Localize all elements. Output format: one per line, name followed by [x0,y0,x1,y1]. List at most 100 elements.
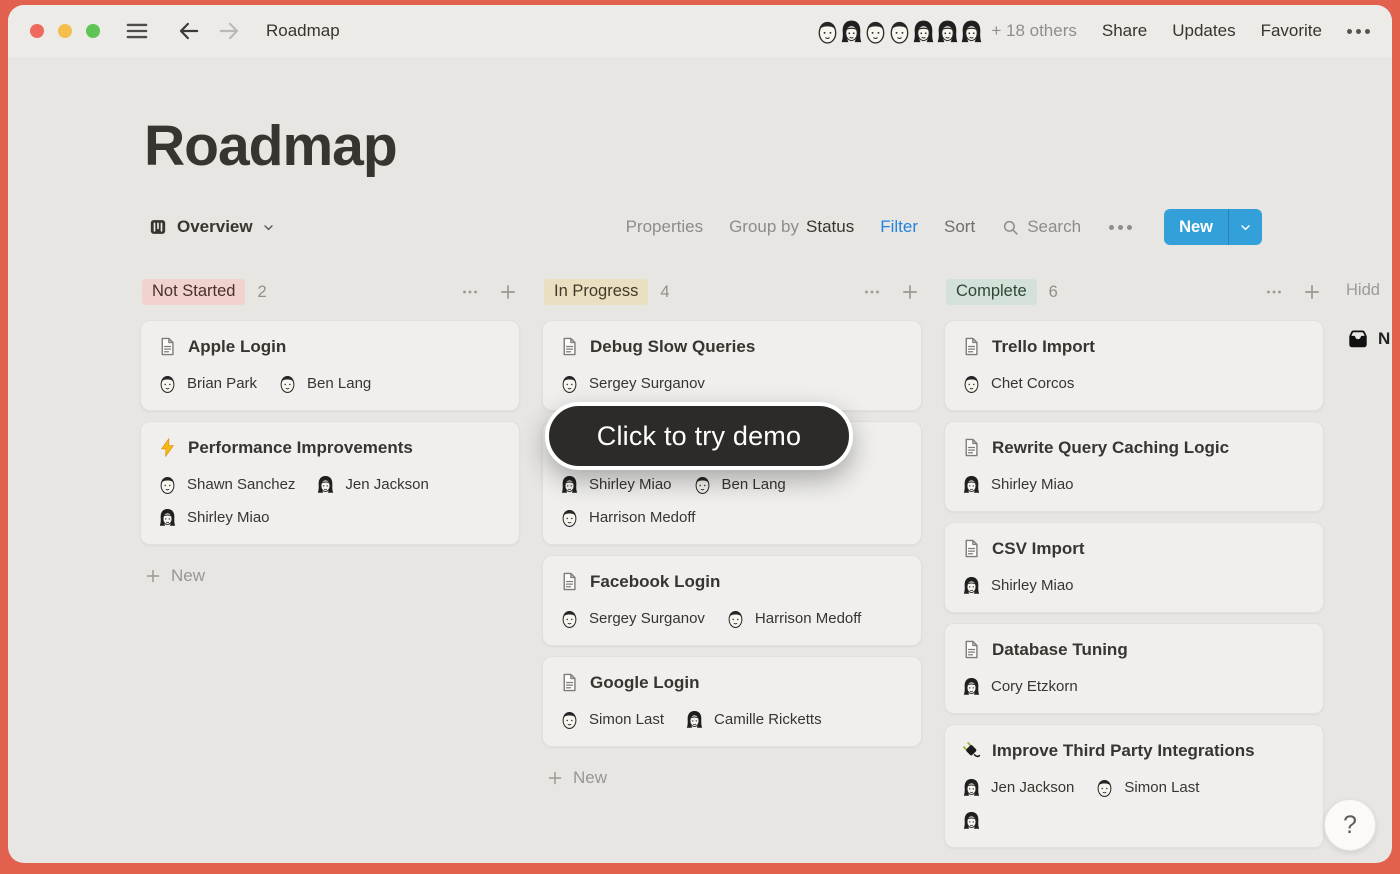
assignee: Shirley Miao [961,474,1074,495]
zoom-window-button[interactable] [86,24,100,38]
assignee: Harrison Medoff [725,608,861,629]
assignee: Jen Jackson [961,777,1074,798]
assignee: Jen Jackson [315,474,428,495]
zap-icon [157,437,178,458]
assignee: Sergey Surganov [559,608,705,629]
avatar [157,474,178,495]
column-add-icon[interactable] [1302,282,1322,302]
column-add-icon[interactable] [900,282,920,302]
close-window-button[interactable] [30,24,44,38]
forward-arrow-icon[interactable] [216,18,242,44]
collaborator-avatars[interactable]: + 18 others [817,18,1077,45]
new-button-dropdown[interactable] [1229,209,1262,245]
card-csv-import[interactable]: CSV Import Shirley Miao [944,522,1324,613]
avatar [961,777,982,798]
try-demo-button[interactable]: Click to try demo [545,402,853,470]
card-title: Rewrite Query Caching Logic [992,438,1229,458]
avatar [961,575,982,596]
add-card-button[interactable]: New [542,768,922,788]
assignee: Ben Lang [277,373,371,394]
column-more-icon[interactable] [1264,282,1284,302]
avatar [684,709,705,730]
assignee-name: Shirley Miao [991,577,1074,594]
column-header: Complete 6 [944,277,1324,307]
group-by-button[interactable]: Group by Status [729,217,854,237]
column-count: 6 [1049,283,1058,302]
assignee-name: Harrison Medoff [589,509,695,526]
column-more-icon[interactable] [460,282,480,302]
help-button[interactable]: ? [1324,799,1376,851]
card-database-tuning[interactable]: Database Tuning Cory Etzkorn [944,623,1324,714]
card-facebook-login[interactable]: Facebook Login Sergey Surganov Harrison … [542,555,922,646]
status-badge[interactable]: Complete [946,279,1037,305]
board-view-icon [148,217,168,237]
menu-icon[interactable] [124,18,150,44]
assignee-name: Simon Last [1124,779,1199,796]
card-title: Database Tuning [992,640,1128,660]
plus-icon [546,769,564,787]
view-toolbar: Overview Properties Group by Status Filt… [148,209,1262,245]
assignee [961,810,1287,831]
status-badge[interactable]: Not Started [142,279,245,305]
card-google-login[interactable]: Google Login Simon Last Camille Ricketts [542,656,922,747]
card-apple-login[interactable]: Apple Login Brian Park Ben Lang [140,320,520,411]
collaborator-avatar [862,18,889,45]
assignee-name: Harrison Medoff [755,610,861,627]
column-more-icon[interactable] [862,282,882,302]
collaborator-avatar [886,18,913,45]
filter-button[interactable]: Filter [880,217,918,237]
status-badge[interactable]: In Progress [544,279,648,305]
card-debug-slow-queries[interactable]: Debug Slow Queries Sergey Surganov [542,320,922,411]
card-title: CSV Import [992,539,1085,559]
search-button[interactable]: Search [1001,217,1081,237]
minimize-window-button[interactable] [58,24,72,38]
column-header: Not Started 2 [140,277,520,307]
card-improve-third-party-integrations[interactable]: Improve Third Party Integrations Jen Jac… [944,724,1324,848]
card-trello-import[interactable]: Trello Import Chet Corcos [944,320,1324,411]
column-header: In Progress 4 [542,277,922,307]
more-options-icon[interactable] [1347,29,1370,34]
assignee-name: Ben Lang [722,476,786,493]
assignee: Shirley Miao [157,507,270,528]
avatar [157,373,178,394]
add-card-button[interactable]: New [140,566,520,586]
assignee: Ben Lang [692,474,786,495]
column-add-icon[interactable] [498,282,518,302]
toolbar-more-icon[interactable] [1109,225,1132,230]
share-button[interactable]: Share [1102,21,1147,41]
page-title: Roadmap [144,113,1392,179]
assignee: Cory Etzkorn [961,676,1078,697]
column-complete: Complete 6 Trello Import Chet [944,277,1324,848]
avatar [277,373,298,394]
inbox-icon [1346,327,1370,351]
assignee-name: Shirley Miao [187,509,270,526]
card-title: Improve Third Party Integrations [992,741,1255,761]
assignee-name: Simon Last [589,711,664,728]
hidden-group-no-status[interactable]: N [1346,327,1392,351]
card-title: Debug Slow Queries [590,337,755,357]
assignee: Harrison Medoff [559,507,695,528]
favorite-button[interactable]: Favorite [1261,21,1322,41]
avatar [692,474,713,495]
new-button[interactable]: New [1164,209,1262,245]
collaborator-avatar [934,18,961,45]
card-performance-improvements[interactable]: Performance Improvements Shawn Sanchez J… [140,421,520,545]
breadcrumb[interactable]: Roadmap [266,21,340,41]
assignee-name: Shawn Sanchez [187,476,295,493]
column-count: 2 [257,283,266,302]
hidden-columns-label[interactable]: Hidd [1346,281,1392,300]
card-rewrite-query-caching-logic[interactable]: Rewrite Query Caching Logic Shirley Miao [944,421,1324,512]
assignee-name: Sergey Surganov [589,375,705,392]
back-arrow-icon[interactable] [176,18,202,44]
updates-button[interactable]: Updates [1172,21,1235,41]
collaborator-avatar [814,18,841,45]
avatar [961,676,982,697]
plug-icon [961,740,982,761]
collaborator-avatar [838,18,865,45]
group-by-value: Status [806,217,854,237]
assignee-name: Jen Jackson [991,779,1074,796]
view-switcher[interactable]: Overview [148,217,275,237]
properties-button[interactable]: Properties [626,217,703,237]
sort-button[interactable]: Sort [944,217,975,237]
assignee-name: Cory Etzkorn [991,678,1078,695]
